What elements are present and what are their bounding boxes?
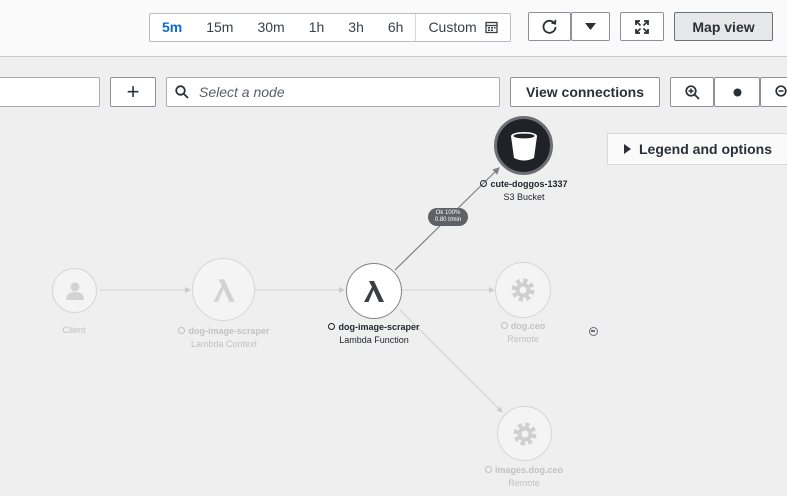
lambda-context-node-type: Lambda Context (190, 339, 258, 349)
lambda-node-circle (346, 263, 402, 319)
status-dot-icon (500, 322, 508, 330)
lambda-context-node-label: dog-image-scraper Lambda Context (134, 325, 314, 351)
status-dot-icon (480, 180, 488, 188)
user-icon (65, 282, 84, 300)
s3-node-name: cute-doggos-1337 (490, 179, 568, 189)
service-map-edges (100, 167, 503, 413)
alert-indicator-icon (589, 327, 598, 336)
gear-icon (513, 422, 536, 445)
edge-rate: 0.80 t/min (434, 217, 462, 223)
status-dot-icon (484, 466, 492, 474)
s3-node-type: S3 Bucket (503, 192, 545, 202)
edge-health-badge[interactable]: Ok 100% 0.80 t/min (428, 208, 468, 226)
lambda-icon (364, 281, 384, 302)
s3-node-label: cute-doggos-1337 S3 Bucket (434, 178, 614, 204)
gear-icon (511, 278, 535, 302)
dogceo-node-circle (495, 262, 551, 318)
s3-node-circle (494, 116, 553, 175)
dogceo-node-type: Remote (507, 334, 539, 344)
images-node-type: Remote (508, 478, 540, 488)
status-dot-icon (178, 327, 186, 335)
lambda-node-name: dog-image-scraper (338, 322, 420, 332)
images-node-label: images.dog.ceo Remote (434, 464, 614, 490)
lambda-context-node-circle (192, 258, 255, 321)
lambda-context-node-name: dog-image-scraper (188, 326, 270, 336)
client-node-circle (52, 268, 97, 313)
images-node-name: images.dog.ceo (494, 465, 564, 475)
edge-status: Ok 100% (435, 210, 461, 216)
images-node-circle (497, 406, 552, 461)
bucket-icon (510, 131, 537, 160)
status-dot-icon (328, 323, 336, 331)
dogceo-node-name: dog.ceo (510, 321, 546, 331)
lambda-icon (212, 278, 235, 302)
dogceo-node-label: dog.ceo Remote (433, 320, 613, 346)
